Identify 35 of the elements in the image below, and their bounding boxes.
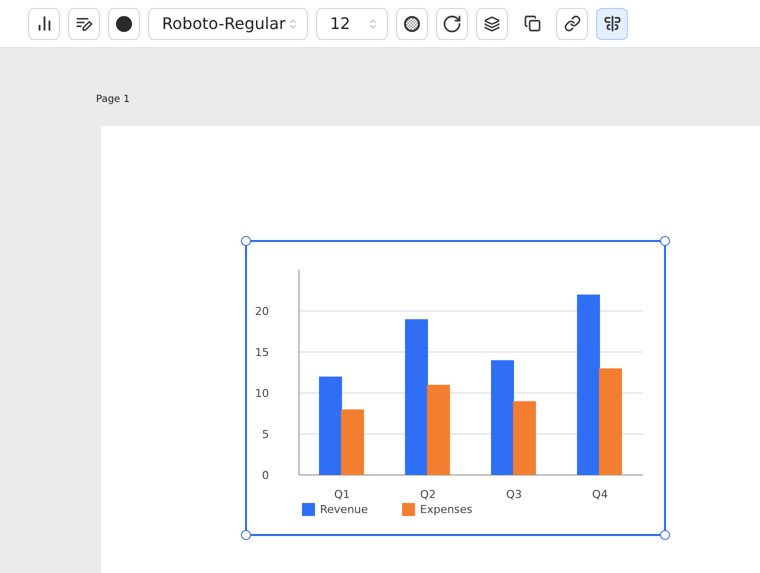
- chart-button[interactable]: [28, 8, 60, 40]
- edit-text-button[interactable]: [68, 8, 100, 40]
- rotate-button[interactable]: [436, 8, 468, 40]
- category-label: Q2: [420, 488, 436, 501]
- layers-button[interactable]: [476, 8, 508, 40]
- copy-icon: [524, 15, 540, 32]
- legend-label: Revenue: [320, 503, 368, 516]
- align-center-icon: [604, 15, 620, 32]
- axis-tick-label: 5: [262, 428, 269, 441]
- bar-chart-icon: [36, 15, 52, 32]
- category-label: Q4: [592, 488, 608, 501]
- resize-handle[interactable]: [660, 530, 670, 540]
- axis-tick-label: 0: [262, 469, 269, 482]
- link-icon: [564, 15, 580, 32]
- link-button[interactable]: [556, 8, 588, 40]
- axis-tick-label: 15: [255, 346, 269, 359]
- layers-icon: [484, 16, 500, 32]
- color-button[interactable]: [108, 8, 140, 40]
- axis-tick-label: 20: [255, 305, 269, 318]
- category-label: Q3: [506, 488, 522, 501]
- opacity-icon: [403, 14, 421, 32]
- updown-icon: [287, 18, 299, 30]
- axis-tick-label: 10: [255, 387, 269, 400]
- rotate-icon: [442, 14, 462, 34]
- font-select[interactable]: Roboto-Regular: [148, 8, 308, 40]
- opacity-button[interactable]: [396, 8, 428, 40]
- updown-icon: [367, 18, 379, 30]
- resize-handle[interactable]: [660, 236, 670, 246]
- category-label: Q1: [334, 488, 350, 501]
- legend-label: Expenses: [420, 503, 472, 516]
- align-button[interactable]: [596, 8, 628, 40]
- resize-handle[interactable]: [241, 236, 251, 246]
- resize-handle[interactable]: [241, 530, 251, 540]
- page-label: Page 1: [96, 95, 130, 105]
- font-size-select[interactable]: 12: [316, 8, 388, 40]
